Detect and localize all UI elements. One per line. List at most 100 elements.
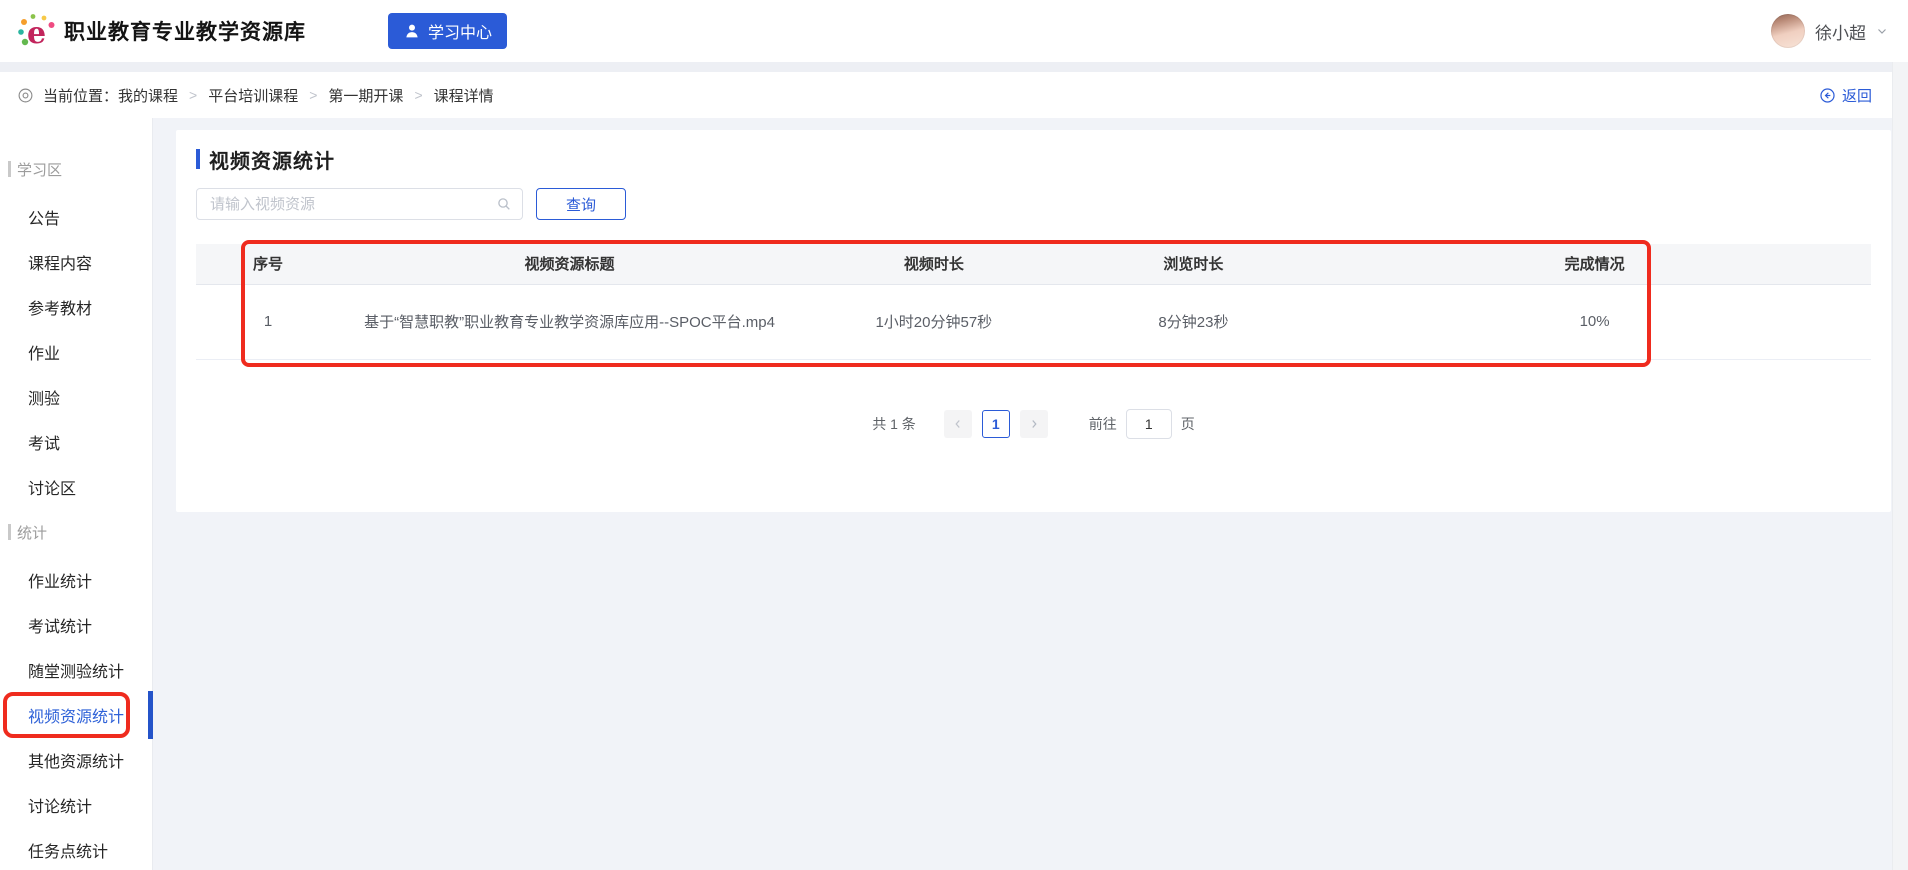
breadcrumb-prefix: 当前位置： — [43, 87, 119, 105]
sidebar-item-quiz[interactable]: 测验 — [0, 374, 152, 419]
sidebar-item-label: 任务点统计 — [28, 843, 109, 861]
cell-completion: 10% — [1318, 284, 1871, 360]
goto-page-input[interactable] — [1125, 408, 1172, 439]
sidebar-section-learning: 学习区 — [0, 158, 152, 180]
page-title: 视频资源统计 — [209, 150, 335, 173]
column-video-duration: 视频时长 — [798, 244, 1069, 285]
sidebar-item-label: 测验 — [28, 390, 61, 408]
sidebar-item-exam-stats[interactable]: 考试统计 — [0, 602, 152, 647]
breadcrumb-separator: > — [189, 87, 198, 103]
sidebar-item-label: 讨论统计 — [28, 798, 93, 816]
breadcrumb-bar: 当前位置： 我的课程 > 平台培训课程 > 第一期开课 > 课程详情 返回 — [0, 72, 1908, 118]
breadcrumb-item-my-courses[interactable]: 我的课程 — [118, 85, 178, 106]
breadcrumb-separator: > — [414, 87, 423, 103]
sidebar-section-statistics: 统计 — [0, 521, 152, 543]
person-icon — [403, 22, 421, 40]
sidebar-item-reference-materials[interactable]: 参考教材 — [0, 284, 152, 329]
sidebar-learning-items: 公告 课程内容 参考教材 作业 测验 考试 讨论区 — [0, 194, 152, 509]
sidebar-item-label: 公告 — [28, 210, 61, 228]
svg-text:e: e — [27, 16, 46, 50]
sidebar-item-label: 讨论区 — [28, 480, 77, 498]
sidebar-item-course-content[interactable]: 课程内容 — [0, 239, 152, 284]
table-header-row: 序号 视频资源标题 视频时长 浏览时长 完成情况 — [196, 244, 1871, 285]
column-index: 序号 — [196, 244, 341, 285]
back-button[interactable]: 返回 — [1819, 85, 1872, 106]
column-video-title: 视频资源标题 — [340, 244, 799, 285]
chevron-down-icon — [1876, 25, 1888, 37]
goto-label: 前往 — [1088, 415, 1117, 432]
sidebar-item-announcements[interactable]: 公告 — [0, 194, 152, 239]
sidebar-item-label: 作业 — [28, 345, 61, 363]
scrollbar-track[interactable] — [1892, 62, 1908, 870]
cell-index: 1 — [196, 284, 341, 360]
video-stats-table: 序号 视频资源标题 视频时长 浏览时长 完成情况 1 基于“智慧职教”职业教育专… — [196, 244, 1871, 360]
search-icon — [496, 196, 512, 217]
sidebar-item-discussion-stats[interactable]: 讨论统计 — [0, 782, 152, 827]
sidebar-item-task-point-stats[interactable]: 任务点统计 — [0, 827, 152, 870]
sidebar-item-other-resource-stats[interactable]: 其他资源统计 — [0, 737, 152, 782]
back-label: 返回 — [1841, 87, 1872, 105]
sidebar-item-label: 其他资源统计 — [28, 753, 125, 771]
username: 徐小超 — [1815, 23, 1866, 43]
query-button[interactable]: 查询 — [536, 188, 626, 220]
sidebar-item-homework-stats[interactable]: 作业统计 — [0, 557, 152, 602]
pagination-goto: 前往 页 — [1088, 408, 1195, 439]
sidebar-item-exam[interactable]: 考试 — [0, 419, 152, 464]
title-accent-bar — [196, 149, 200, 169]
top-header: e 职业教育专业教学资源库 学习中心 徐小超 — [0, 0, 1908, 62]
learning-center-button[interactable]: 学习中心 — [388, 13, 508, 49]
sidebar-item-label: 随堂测验统计 — [28, 663, 125, 681]
circled-arrow-left-icon — [1819, 87, 1836, 104]
active-indicator-bar — [148, 690, 153, 739]
sidebar-item-video-resource-stats[interactable]: 视频资源统计 — [0, 690, 153, 739]
content: 学习区 公告 课程内容 参考教材 作业 测验 考试 讨论区 统计 作业统计 考试… — [0, 118, 1908, 870]
sidebar-item-label: 考试统计 — [28, 618, 93, 636]
breadcrumb-item-first-session[interactable]: 第一期开课 — [328, 85, 403, 106]
sidebar: 学习区 公告 课程内容 参考教材 作业 测验 考试 讨论区 统计 作业统计 考试… — [0, 118, 153, 870]
search-input[interactable] — [196, 188, 523, 220]
search-box — [196, 188, 523, 220]
pagination: 共 1 条 1 前往 1 页 — [176, 408, 1891, 439]
search-row: 查询 — [176, 172, 1891, 220]
sidebar-item-quiz-stats[interactable]: 随堂测验统计 — [0, 647, 152, 692]
pagination-page-1-button[interactable]: 1 — [981, 409, 1010, 438]
main-area: 视频资源统计 查询 — [153, 118, 1908, 870]
breadcrumb-item-platform-training[interactable]: 平台培训课程 — [208, 85, 298, 106]
sidebar-item-label: 视频资源统计 — [28, 708, 125, 726]
sidebar-item-label: 课程内容 — [28, 255, 93, 273]
table-row: 1 基于“智慧职教”职业教育专业教学资源库应用--SPOC平台.mp4 1小时2… — [196, 284, 1871, 360]
chevron-right-icon — [1028, 418, 1040, 430]
sidebar-item-label: 参考教材 — [28, 300, 93, 318]
header-divider — [0, 62, 1908, 72]
cell-video-title: 基于“智慧职教”职业教育专业教学资源库应用--SPOC平台.mp4 — [340, 284, 799, 360]
column-view-duration: 浏览时长 — [1068, 244, 1319, 285]
sidebar-item-discussion[interactable]: 讨论区 — [0, 464, 152, 509]
sidebar-item-label: 作业统计 — [28, 573, 93, 591]
app-title: 职业教育专业教学资源库 — [64, 21, 306, 44]
pagination-total: 共 1 条 — [872, 415, 916, 432]
avatar — [1771, 14, 1805, 48]
section-bar — [8, 524, 11, 540]
chevron-left-icon — [952, 418, 964, 430]
breadcrumb-item-course-detail: 课程详情 — [433, 87, 494, 105]
pagination-next-button[interactable] — [1019, 409, 1048, 438]
column-completion: 完成情况 — [1318, 244, 1871, 285]
learning-center-label: 学习中心 — [428, 25, 493, 42]
sidebar-statistics-items: 作业统计 考试统计 随堂测验统计 视频资源统计 其他资源统计 讨论统计 任务点统… — [0, 557, 153, 870]
cell-video-duration: 1小时20分钟57秒 — [798, 284, 1069, 360]
card-title-row: 视频资源统计 — [176, 130, 1891, 173]
sidebar-item-label: 考试 — [28, 435, 61, 453]
user-menu[interactable]: 徐小超 — [1771, 14, 1888, 48]
video-stats-card: 视频资源统计 查询 — [176, 130, 1891, 512]
cell-view-duration: 8分钟23秒 — [1068, 284, 1319, 360]
section-bar — [8, 161, 11, 177]
sidebar-item-homework[interactable]: 作业 — [0, 329, 152, 374]
page: e 职业教育专业教学资源库 学习中心 徐小超 当前位置： 我的课程 > 平台培训… — [0, 0, 1908, 870]
pagination-prev-button[interactable] — [943, 409, 972, 438]
page-unit-label: 页 — [1180, 415, 1195, 432]
logo: e 职业教育专业教学资源库 — [17, 12, 306, 50]
app-logo-icon: e — [17, 12, 55, 50]
section-label: 统计 — [17, 524, 48, 542]
location-icon — [17, 87, 34, 104]
breadcrumb-separator: > — [309, 87, 318, 103]
